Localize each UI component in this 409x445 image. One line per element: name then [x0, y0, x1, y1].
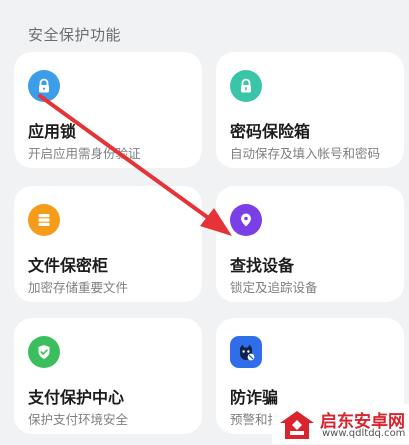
card-file-safe[interactable]: 文件保密柜 加密存储重要文件	[14, 186, 202, 302]
card-payment-protection[interactable]: 支付保护中心 保护支付环境安全	[14, 318, 202, 434]
card-desc: 加密存储重要文件	[28, 280, 129, 295]
anti-fraud-icon	[230, 336, 262, 368]
card-desc: 锁定及追踪设备	[230, 280, 318, 295]
lock-icon	[28, 70, 60, 102]
card-password-vault[interactable]: 密码保险箱 自动保存及填入帐号和密码	[216, 52, 404, 168]
card-desc: 自动保存及填入帐号和密码	[230, 146, 381, 161]
shield-check-icon	[28, 336, 60, 368]
watermark-url: www.qdltdq.com	[322, 428, 406, 439]
card-title: 查找设备	[230, 256, 295, 275]
file-cabinet-icon	[28, 204, 60, 236]
card-app-lock[interactable]: 应用锁 开启应用需身份验证	[14, 52, 202, 168]
card-find-device[interactable]: 查找设备 锁定及追踪设备	[216, 186, 404, 302]
watermark: 启东安卓网 www.qdltdq.com	[272, 404, 409, 444]
card-title: 应用锁	[28, 122, 77, 141]
card-title: 防诈骗	[230, 388, 279, 407]
card-desc: 开启应用需身份验证	[28, 146, 141, 161]
key-lock-icon	[230, 70, 262, 102]
card-desc: 保护支付环境安全	[28, 412, 129, 427]
card-title: 支付保护中心	[28, 388, 125, 407]
location-pin-icon	[230, 204, 262, 236]
card-title: 文件保密柜	[28, 256, 109, 275]
section-title: 安全保护功能	[28, 26, 122, 44]
card-title: 密码保险箱	[230, 122, 311, 141]
watermark-logo-icon	[278, 409, 316, 445]
